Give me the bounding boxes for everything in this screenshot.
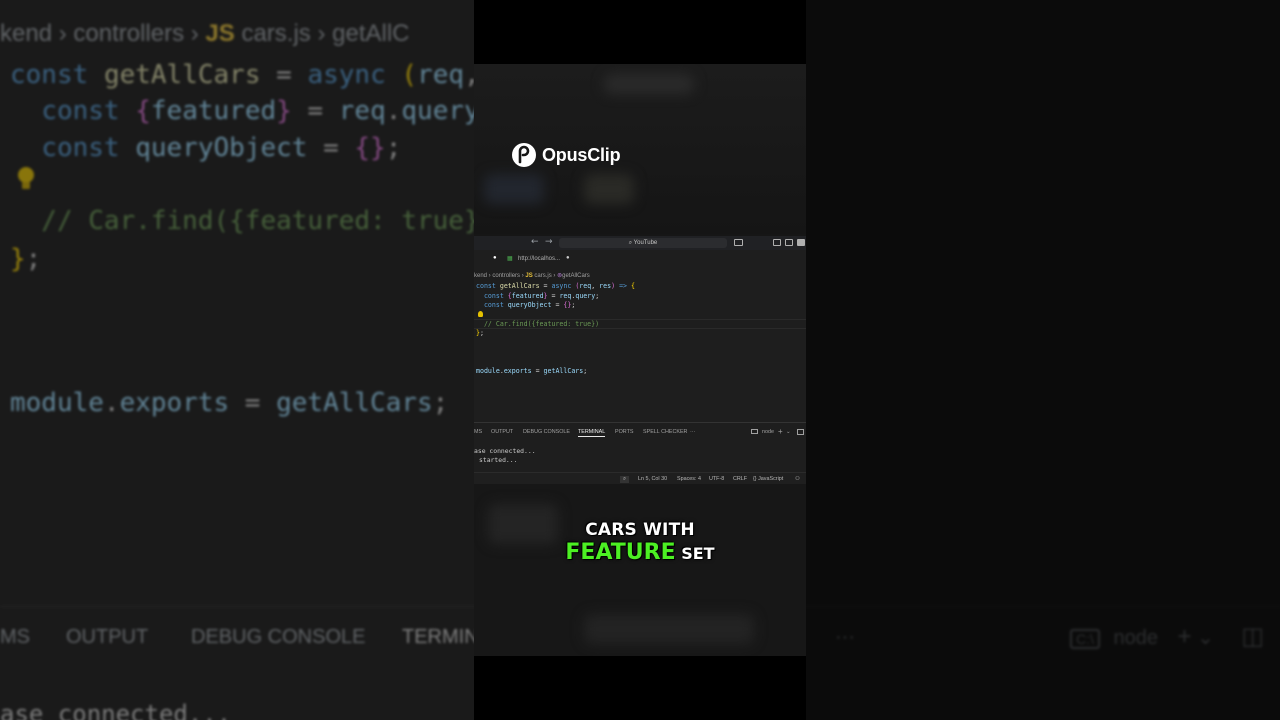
tab-problems[interactable]: MS [474,429,482,435]
encoding[interactable]: UTF-8 [709,476,724,482]
right-shade [806,0,1280,720]
code-line: module.exports = getAllCars; [476,367,588,375]
code-line: const getAllCars = async (req, res) => { [476,282,635,290]
unsaved-dot-icon: ● [566,255,570,261]
blurred-lower-area [474,484,806,656]
lightbulb-icon [18,167,34,189]
background-code-line: // Car.find({featured: true}) [10,206,496,236]
opusclip-logo-text: OpusClip [542,144,621,165]
browser-toolbar: ← → ⌕ YouTube [474,236,806,250]
language-mode[interactable]: {} JavaScript [753,476,783,482]
background-code-line: const getAllCars = async (req, r [10,60,511,90]
tab-terminal[interactable]: TERMINAL [578,429,606,437]
more-icon[interactable]: ··· [690,429,695,435]
blur-blob [604,74,694,94]
cursor-position[interactable]: Ln 5, Col 30 [638,476,667,482]
lightbulb-icon[interactable] [478,311,483,317]
blur-blob [584,614,754,644]
tab-ports[interactable]: PORTS [615,429,633,435]
caption-line-2: FEATURE SET [474,540,806,565]
code-line: const {featured} = req.query; [483,292,600,300]
caption-highlight-word: FEATURE [565,540,676,565]
code-line: // Car.find({featured: true}) [476,320,600,328]
forward-icon[interactable]: → [545,237,553,247]
caption-line-1: CARS WITH [585,520,695,540]
terminal-line: started... [479,456,518,464]
opusclip-logo-icon [512,143,536,167]
terminal-shell[interactable]: node [762,429,774,435]
short-video-frame: OpusClip ← → ⌕ YouTube ● ▦ http://localh… [474,64,806,656]
blur-blob [584,174,634,204]
background-code-line: const queryObject = {}; [41,133,402,163]
zoom-icon[interactable]: ⌕ [620,476,630,483]
editor-tabs: ● ▦ http://localhos... ● [474,255,806,267]
opusclip-logo: OpusClip [511,142,621,168]
copilot-icon[interactable] [734,239,743,246]
unsaved-dot-icon: ● [493,255,497,261]
tab-debug-console[interactable]: DEBUG CONSOLE [523,429,570,435]
background-breadcrumb: kend › controllers › JS cars.js › getAll… [0,20,410,47]
terminal-line: ase connected... [474,447,536,455]
back-icon[interactable]: ← [531,237,539,247]
status-bar: ⌕ Ln 5, Col 30 Spaces: 4 UTF-8 CRLF {} J… [474,472,806,484]
breadcrumb: kend › controllers › JS cars.js › ⊚getAl… [474,273,590,279]
letterbox-top [474,0,806,64]
tab-localhost[interactable]: http://localhos... [518,256,560,262]
subtitle-caption: CARS WITH FEATURE SET [474,520,806,565]
letterbox-bottom [474,656,806,720]
tab-output[interactable]: OUTPUT [491,429,513,435]
tab-spell-checker[interactable]: SPELL CHECKER [643,429,687,435]
background-code-line: const {featured} = req.query; [41,96,495,126]
copilot-status-icon[interactable]: ⚇ [795,476,800,482]
layout-icon[interactable] [773,239,781,246]
sidebar-icon[interactable] [785,239,793,246]
line-ending[interactable]: CRLF [733,476,747,482]
globe-icon: ▦ [507,256,513,262]
terminal-icon[interactable] [751,429,758,434]
blur-blob [484,174,544,204]
bottom-panel: MS OUTPUT DEBUG CONSOLE TERMINAL PORTS S… [474,422,806,472]
indentation[interactable]: Spaces: 4 [677,476,701,482]
address-bar-text: YouTube [633,240,658,246]
code-line: const queryObject = {}; [483,301,576,309]
code-editor[interactable]: ● ▦ http://localhos... ● kend › controll… [474,250,806,422]
caption-word: SET [681,544,715,563]
background-terminal-line: ase connected... [0,700,232,720]
address-bar[interactable]: ⌕ YouTube [559,238,727,248]
code-line: }; [476,329,484,337]
background-code-line: }; [10,244,42,274]
add-terminal-icon[interactable]: + [778,427,783,436]
panel-icon[interactable] [797,239,805,246]
maximize-panel-icon[interactable] [797,429,804,435]
chevron-down-icon[interactable]: ⌄ [786,429,791,435]
background-code-line: module.exports = getAllCars; [10,388,449,418]
